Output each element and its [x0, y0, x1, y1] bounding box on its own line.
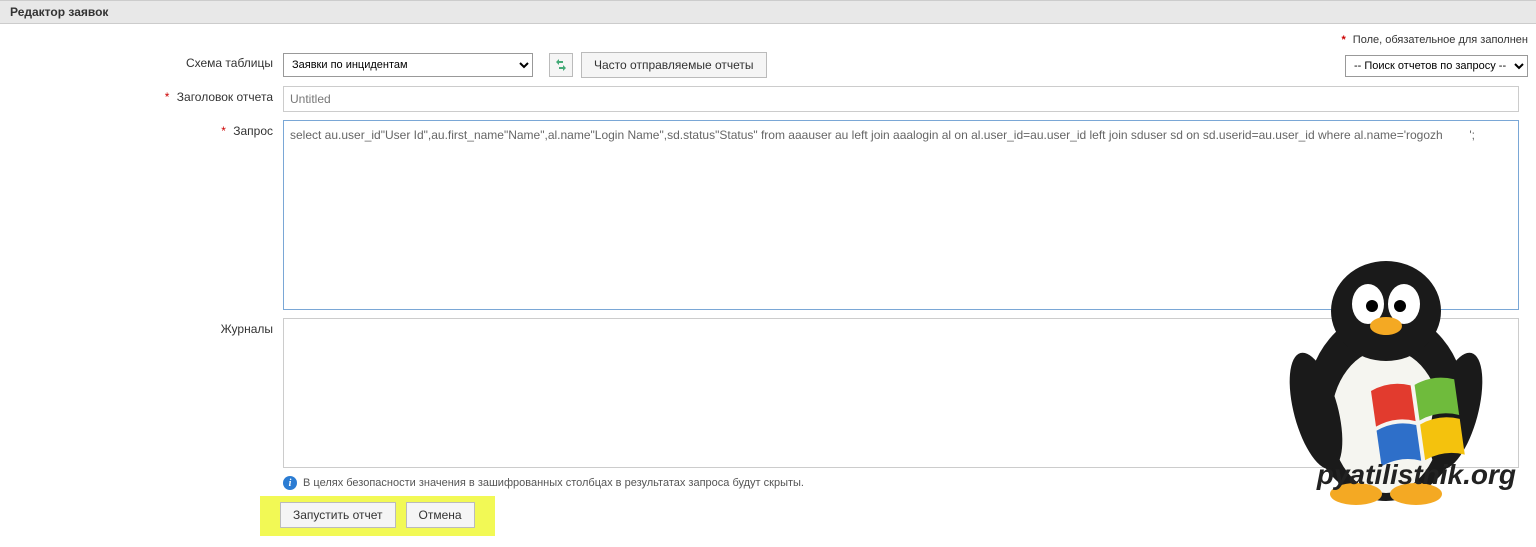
info-icon: i: [283, 476, 297, 490]
report-title-input[interactable]: [283, 86, 1519, 112]
run-report-button[interactable]: Запустить отчет: [280, 502, 396, 528]
label-schema: Схема таблицы: [0, 52, 283, 70]
logs-textarea[interactable]: [283, 318, 1519, 468]
label-title-text: Заголовок отчета: [177, 90, 273, 104]
search-reports-wrap: -- Поиск отчетов по запросу --: [1345, 55, 1528, 77]
schema-swap-button[interactable]: [549, 53, 573, 77]
field-logs: [283, 318, 1536, 468]
row-schema: Схема таблицы Заявки по инцидентам Часто…: [0, 52, 1536, 78]
label-logs-text: Журналы: [221, 322, 273, 336]
search-reports-select[interactable]: -- Поиск отчетов по запросу --: [1345, 55, 1528, 77]
required-field-note: * Поле, обязательное для заполнен: [0, 34, 1536, 46]
query-textarea[interactable]: [283, 120, 1519, 310]
content-area: * Поле, обязательное для заполнен -- Пои…: [0, 24, 1536, 536]
row-logs: Журналы: [0, 318, 1536, 468]
security-info-text: В целях безопасности значения в зашифров…: [303, 477, 804, 489]
field-title: [283, 86, 1536, 112]
required-star-icon: *: [165, 90, 170, 104]
label-query-text: Запрос: [233, 124, 273, 138]
label-logs: Журналы: [0, 318, 283, 336]
frequent-reports-button[interactable]: Часто отправляемые отчеты: [581, 52, 767, 78]
required-star-icon: *: [1341, 34, 1345, 46]
row-query: * Запрос: [0, 120, 1536, 310]
required-note-text: Поле, обязательное для заполнен: [1353, 34, 1528, 46]
action-buttons-row: Запустить отчет Отмена: [260, 496, 495, 536]
header-bar: Редактор заявок: [0, 0, 1536, 24]
label-schema-text: Схема таблицы: [186, 56, 273, 70]
label-title: * Заголовок отчета: [0, 86, 283, 104]
row-title: * Заголовок отчета: [0, 86, 1536, 112]
field-query: [283, 120, 1536, 310]
required-star-icon: *: [221, 124, 226, 138]
security-info-row: i В целях безопасности значения в зашифр…: [283, 476, 1536, 490]
schema-select[interactable]: Заявки по инцидентам: [283, 53, 533, 77]
cancel-button[interactable]: Отмена: [406, 502, 475, 528]
label-query: * Запрос: [0, 120, 283, 138]
page-title: Редактор заявок: [10, 5, 108, 19]
swap-icon: [555, 59, 567, 71]
